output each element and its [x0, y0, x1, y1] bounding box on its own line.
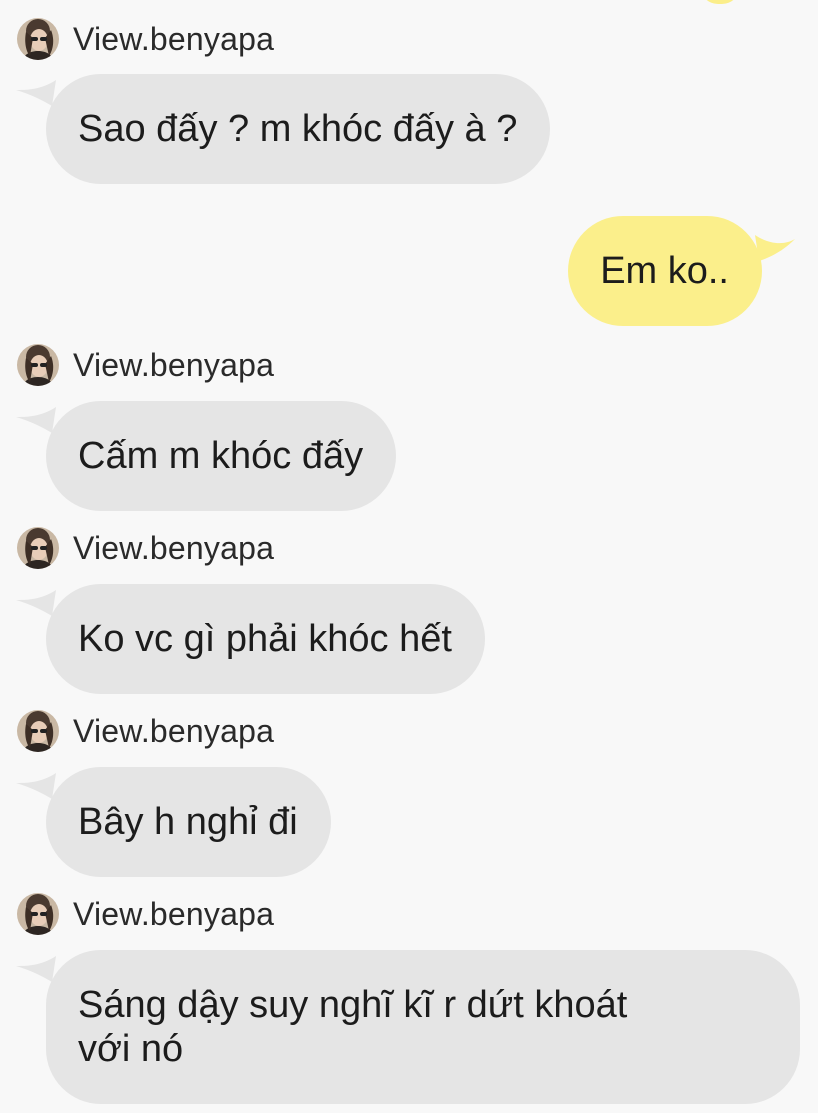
message-text: Sáng dậy suy nghĩ kĩ r dứt khoát với nó [78, 984, 628, 1070]
message-bubble-outgoing[interactable]: Em ko.. [568, 216, 795, 326]
message-bubble-incoming[interactable]: Sao đấy ? m khóc đấy à ? [16, 74, 551, 184]
sender-name: View.benyapa [73, 20, 275, 57]
message-text: Ko vc gì phải khóc hết [78, 618, 452, 660]
bubble-tail-icon [16, 407, 56, 433]
message-text: Sao đấy ? m khóc đấy à ? [78, 108, 518, 150]
sender-avatar-icon[interactable] [17, 18, 59, 60]
sender-name: View.benyapa [73, 346, 275, 383]
sender-row: View.benyapa [17, 343, 274, 387]
sender-name: View.benyapa [73, 895, 275, 932]
chat-thread: View.benyapa Sao đấy ? m khóc đấy à ? Em… [0, 0, 818, 1113]
sender-name: View.benyapa [73, 529, 275, 566]
message-bubble-incoming[interactable]: Sáng dậy suy nghĩ kĩ r dứt khoát với nó [16, 950, 800, 1104]
bubble-tail-icon [755, 235, 795, 261]
sender-row: View.benyapa [17, 709, 274, 753]
message-text: Bây h nghỉ đi [78, 801, 298, 843]
bubble-tail-icon [16, 80, 56, 106]
sender-avatar-icon[interactable] [17, 710, 59, 752]
sender-row: View.benyapa [17, 17, 274, 61]
previous-message-edge [700, 0, 740, 4]
message-bubble-incoming[interactable]: Ko vc gì phải khóc hết [16, 584, 485, 694]
sender-row: View.benyapa [17, 892, 274, 936]
bubble-tail-icon [16, 956, 56, 982]
bubble-tail-icon [16, 773, 56, 799]
message-bubble-incoming[interactable]: Bây h nghỉ đi [16, 767, 331, 877]
sender-row: View.benyapa [17, 526, 274, 570]
message-text: Em ko.. [600, 250, 729, 292]
sender-avatar-icon[interactable] [17, 344, 59, 386]
bubble-tail-icon [16, 590, 56, 616]
sender-avatar-icon[interactable] [17, 893, 59, 935]
message-text: Cấm m khóc đấy [78, 435, 364, 477]
sender-name: View.benyapa [73, 712, 275, 749]
sender-avatar-icon[interactable] [17, 527, 59, 569]
message-bubble-incoming[interactable]: Cấm m khóc đấy [16, 401, 397, 511]
